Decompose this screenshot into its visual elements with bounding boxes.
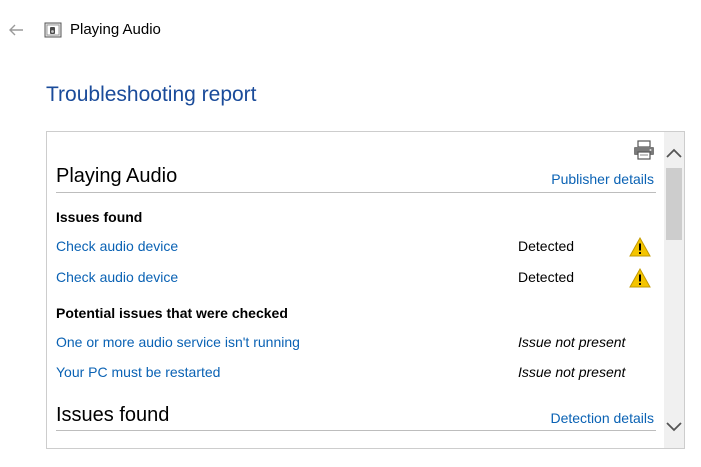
back-arrow-icon[interactable] [7,22,25,38]
issue-link[interactable]: Check audio device [56,269,178,285]
section-title-playing-audio: Playing Audio [56,165,178,187]
issue-status: Detected [518,238,575,254]
checked-issues-heading: Potential issues that were checked [56,305,288,321]
page-title: Troubleshooting report [46,83,257,106]
report-panel: Playing Audio Publisher details Issues f… [46,131,685,449]
printer-icon[interactable] [633,140,655,160]
checked-issue-status: Issue not present [518,334,626,350]
detection-details-link[interactable]: Detection details [550,410,654,426]
issue-row: Check audio device Detected [47,237,662,260]
checked-issue-link[interactable]: Your PC must be restarted [56,364,220,380]
section-title-issues-found: Issues found [56,404,170,426]
warning-icon [629,237,651,257]
vertical-scrollbar[interactable] [664,132,684,448]
chevron-up-icon[interactable] [664,144,684,164]
chevron-down-icon[interactable] [664,416,684,436]
audio-troubleshooter-icon [44,22,62,38]
publisher-details-link[interactable]: Publisher details [551,171,654,187]
issue-status: Detected [518,269,575,285]
warning-icon [629,268,651,288]
title-bar: Playing Audio [0,0,701,60]
section-divider [56,430,656,431]
issues-found-heading: Issues found [56,209,143,225]
window-title: Playing Audio [70,21,161,38]
issue-link[interactable]: Check audio device [56,238,178,254]
section-divider [56,192,656,193]
checked-issue-status: Issue not present [518,364,626,380]
scrollbar-thumb[interactable] [666,168,682,240]
issue-row: Check audio device Detected [47,268,662,291]
checked-issue-link[interactable]: One or more audio service isn't running [56,334,300,350]
checked-row: One or more audio service isn't running … [47,334,662,356]
checked-row: Your PC must be restarted Issue not pres… [47,364,662,386]
